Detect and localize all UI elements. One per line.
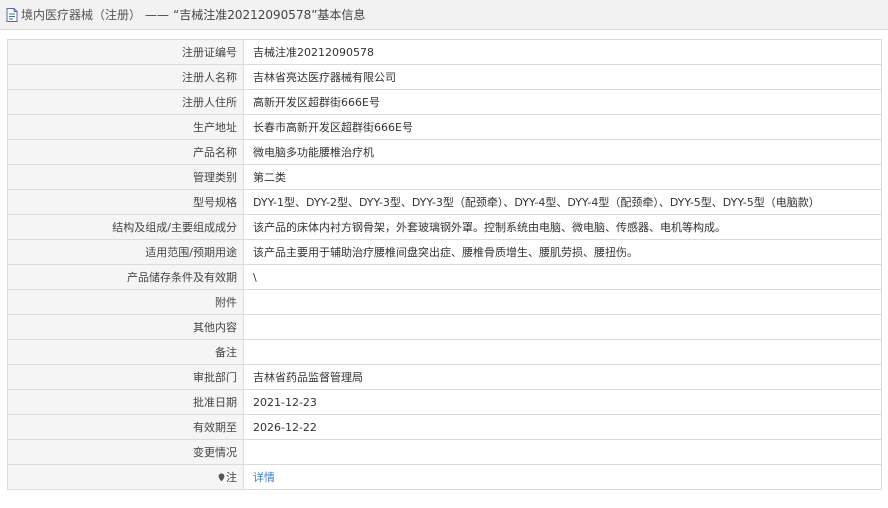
table-row: 附件 (7, 289, 882, 315)
row-label: 有效期至 (7, 414, 244, 440)
row-label: 附件 (7, 289, 244, 315)
row-label: 批准日期 (7, 389, 244, 415)
document-icon (6, 7, 18, 22)
row-value: 吉械注准20212090578 (243, 39, 882, 65)
row-value: 第二类 (243, 164, 882, 190)
table-row: 产品储存条件及有效期 \ (7, 264, 882, 290)
row-value: \ (243, 264, 882, 290)
table-row: 型号规格 DYY-1型、DYY-2型、DYY-3型、DYY-3型（配颈牵）、DYY… (7, 189, 882, 215)
row-value: 吉林省亮达医疗器械有限公司 (243, 64, 882, 90)
row-value (243, 289, 882, 315)
row-label: 注册证编号 (7, 39, 244, 65)
table-row-note: 注 详情 (7, 464, 882, 490)
info-table: 注册证编号 吉械注准20212090578 注册人名称 吉林省亮达医疗器械有限公司 … (7, 39, 882, 490)
table-row: 适用范围/预期用途 该产品主要用于辅助治疗腰椎间盘突出症、腰椎骨质增生、腰肌劳损、… (7, 239, 882, 265)
row-value: 2026-12-22 (243, 414, 882, 440)
row-label: 审批部门 (7, 364, 244, 390)
table-row: 变更情况 (7, 439, 882, 465)
row-value (243, 339, 882, 365)
row-label: 产品储存条件及有效期 (7, 264, 244, 290)
table-row: 注册人住所 高新开发区超群街666E号 (7, 89, 882, 115)
row-label: 注册人住所 (7, 89, 244, 115)
row-value: 吉林省药品监督管理局 (243, 364, 882, 390)
row-value: 高新开发区超群街666E号 (243, 89, 882, 115)
row-value (243, 439, 882, 465)
header-separator: —— (145, 7, 170, 22)
table-row: 产品名称 微电脑多功能腰椎治疗机 (7, 139, 882, 165)
table-row: 备注 (7, 339, 882, 365)
row-label: 管理类别 (7, 164, 244, 190)
row-value: 该产品主要用于辅助治疗腰椎间盘突出症、腰椎骨质增生、腰肌劳损、腰扭伤。 (243, 239, 882, 265)
page-title: “吉械注准20212090578”基本信息 (173, 8, 366, 22)
row-label: 生产地址 (7, 114, 244, 140)
note-label: 注 (226, 471, 237, 484)
row-label: 产品名称 (7, 139, 244, 165)
row-value: 2021-12-23 (243, 389, 882, 415)
page-header: 境内医疗器械（注册） —— “吉械注准20212090578”基本信息 (0, 0, 888, 30)
table-row: 审批部门 吉林省药品监督管理局 (7, 364, 882, 390)
row-label: 备注 (7, 339, 244, 365)
row-label: 变更情况 (7, 439, 244, 465)
table-row: 管理类别 第二类 (7, 164, 882, 190)
table-row: 批准日期 2021-12-23 (7, 389, 882, 415)
row-value: 该产品的床体内衬方钢骨架，外套玻璃钢外罩。控制系统由电脑、微电脑、传感器、电机等… (243, 214, 882, 240)
row-value (243, 314, 882, 340)
row-label: 注册人名称 (7, 64, 244, 90)
row-value: DYY-1型、DYY-2型、DYY-3型、DYY-3型（配颈牵）、DYY-4型、… (243, 189, 882, 215)
row-label: 结构及组成/主要组成成分 (7, 214, 244, 240)
pin-icon (218, 473, 225, 482)
row-label: 型号规格 (7, 189, 244, 215)
table-row: 其他内容 (7, 314, 882, 340)
row-label: 适用范围/预期用途 (7, 239, 244, 265)
table-row: 注册证编号 吉械注准20212090578 (7, 39, 882, 65)
note-label-cell: 注 (7, 464, 244, 490)
row-label: 其他内容 (7, 314, 244, 340)
header-category: 境内医疗器械（注册） (21, 8, 142, 22)
table-row: 注册人名称 吉林省亮达医疗器械有限公司 (7, 64, 882, 90)
note-value-cell: 详情 (243, 464, 882, 490)
table-row: 有效期至 2026-12-22 (7, 414, 882, 440)
row-value: 微电脑多功能腰椎治疗机 (243, 139, 882, 165)
row-value: 长春市高新开发区超群街666E号 (243, 114, 882, 140)
table-row: 生产地址 长春市高新开发区超群街666E号 (7, 114, 882, 140)
table-row: 结构及组成/主要组成成分 该产品的床体内衬方钢骨架，外套玻璃钢外罩。控制系统由电脑… (7, 214, 882, 240)
details-link[interactable]: 详情 (253, 471, 275, 484)
